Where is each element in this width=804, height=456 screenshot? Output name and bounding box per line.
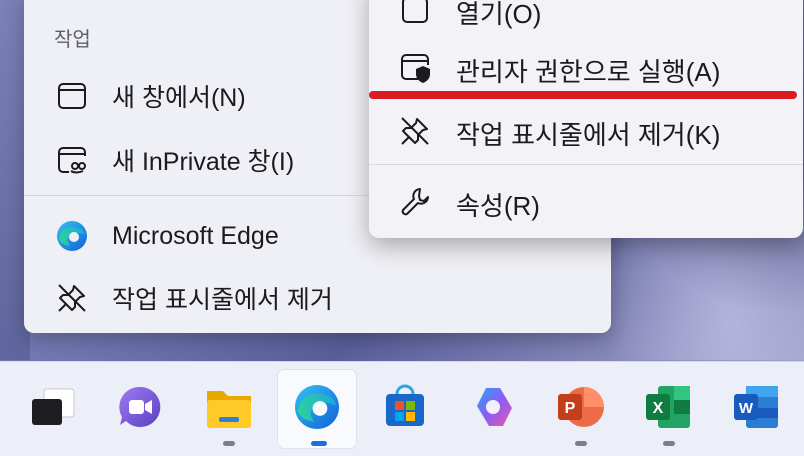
admin-shield-icon bbox=[395, 48, 435, 88]
taskbar-teams[interactable] bbox=[101, 370, 179, 448]
open-window-icon bbox=[395, 0, 435, 30]
ctx-item-label: 열기(O) bbox=[456, 0, 542, 29]
ctx-item-properties[interactable]: 속성(R) bbox=[369, 172, 803, 232]
ctx-item-unpin[interactable]: 작업 표시줄에서 제거(K) bbox=[369, 101, 803, 161]
wrench-icon bbox=[395, 182, 435, 222]
teams-icon bbox=[116, 383, 164, 436]
store-icon bbox=[382, 384, 428, 435]
active-indicator bbox=[311, 441, 327, 446]
svg-text:X: X bbox=[653, 400, 664, 417]
taskbar-excel[interactable]: X bbox=[630, 370, 708, 448]
edge-icon bbox=[52, 216, 92, 256]
ctx-item-label: 관리자 권한으로 실행(A) bbox=[456, 57, 721, 87]
jump-item-label: 새 InPrivate 창(I) bbox=[112, 148, 295, 176]
jump-item-label: 작업 표시줄에서 제거 bbox=[112, 286, 333, 314]
unpin-icon bbox=[395, 111, 435, 151]
edge-icon bbox=[292, 382, 342, 437]
window-icon bbox=[52, 76, 92, 116]
taskbar-powerpoint[interactable]: P bbox=[542, 370, 620, 448]
excel-icon: X bbox=[644, 384, 694, 435]
running-indicator bbox=[223, 441, 235, 446]
jump-item-unpin[interactable]: 작업 표시줄에서 제거 bbox=[24, 272, 611, 324]
taskbar-word[interactable]: W bbox=[718, 370, 796, 448]
ctx-item-run-as-admin[interactable]: 관리자 권한으로 실행(A) bbox=[369, 38, 803, 98]
ctx-item-open[interactable]: 열기(O) bbox=[369, 0, 803, 40]
highlight-underline bbox=[369, 91, 797, 99]
running-indicator bbox=[575, 441, 587, 446]
taskbar: P X W bbox=[0, 361, 804, 456]
svg-text:P: P bbox=[565, 400, 576, 417]
ctx-item-label: 작업 표시줄에서 제거(K) bbox=[456, 120, 721, 150]
copilot-icon bbox=[470, 384, 516, 435]
ctx-item-label: 속성(R) bbox=[456, 191, 540, 221]
taskbar-store[interactable] bbox=[366, 370, 444, 448]
word-icon: W bbox=[732, 384, 782, 435]
inprivate-window-icon bbox=[52, 140, 92, 180]
task-view-icon bbox=[28, 387, 78, 432]
running-indicator bbox=[663, 441, 675, 446]
jump-item-label: 새 창에서(N) bbox=[112, 84, 246, 112]
menu-separator bbox=[369, 164, 803, 165]
taskbar-file-explorer[interactable] bbox=[190, 370, 268, 448]
taskbar-task-view[interactable] bbox=[14, 370, 92, 448]
unpin-icon bbox=[52, 278, 92, 318]
folder-icon bbox=[203, 383, 255, 436]
powerpoint-icon: P bbox=[556, 384, 606, 435]
taskbar-edge[interactable] bbox=[278, 370, 356, 448]
context-menu: 열기(O) 관리자 권한으로 실행(A) 작업 표시줄에서 제거(K) 속성(R… bbox=[369, 0, 803, 238]
jump-item-label: Microsoft Edge bbox=[112, 221, 279, 250]
taskbar-copilot[interactable] bbox=[454, 370, 532, 448]
svg-text:W: W bbox=[739, 400, 754, 417]
section-label-tasks: 작업 bbox=[54, 29, 91, 51]
